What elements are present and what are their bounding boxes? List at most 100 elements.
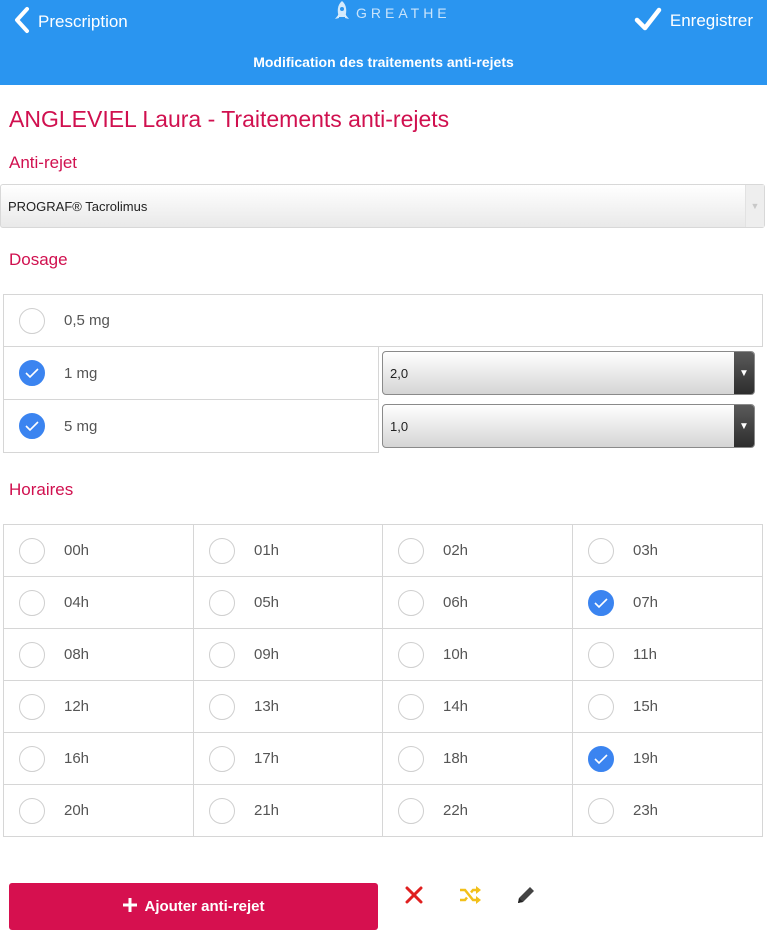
hour-label: 01h [254, 542, 280, 559]
hour-label: 11h [633, 646, 657, 663]
check-icon [19, 360, 45, 386]
hour-option[interactable]: 04h [3, 576, 194, 629]
hour-option[interactable]: 07h [572, 576, 763, 629]
hour-option[interactable]: 03h [572, 524, 763, 577]
page-title: ANGLEVIEL Laura - Traitements anti-rejet… [9, 106, 450, 132]
hour-label: 07h [633, 594, 659, 611]
radio-unchecked-icon [398, 745, 424, 772]
hour-label: 03h [633, 542, 659, 559]
add-antirejet-label: Ajouter anti-rejet [144, 898, 265, 915]
navigation-header: Prescription GREATHE Enregistrer Modific… [0, 0, 767, 85]
back-label: Prescription [38, 12, 128, 31]
hour-option[interactable]: 00h [3, 524, 194, 577]
radio-unchecked-icon [209, 745, 235, 772]
radio-unchecked-icon [588, 797, 614, 824]
pencil-icon[interactable] [511, 880, 541, 910]
dosage-5mg-quantity-select[interactable]: 1,0 ▼ [382, 404, 755, 448]
hour-label: 12h [64, 698, 90, 715]
hour-option[interactable]: 05h [193, 576, 383, 629]
radio-unchecked-icon [398, 641, 424, 668]
radio-unchecked-icon [209, 693, 235, 720]
radio-unchecked-icon [19, 745, 45, 772]
check-icon [19, 413, 45, 439]
hour-label: 15h [633, 698, 659, 715]
back-button[interactable]: Prescription [12, 6, 128, 36]
hour-label: 08h [64, 646, 90, 663]
radio-unchecked-icon [398, 693, 424, 720]
close-icon[interactable] [399, 880, 429, 910]
radio-unchecked-icon [209, 797, 235, 824]
hour-label: 06h [443, 594, 469, 611]
radio-unchecked-icon [19, 797, 45, 824]
radio-unchecked-icon [588, 693, 614, 720]
hour-label: 00h [64, 542, 90, 559]
antirejet-select-value: PROGRAF® Tacrolimus [8, 198, 148, 214]
hour-option[interactable]: 20h [3, 784, 194, 837]
radio-unchecked-icon [398, 537, 424, 564]
radio-unchecked-icon [19, 693, 45, 720]
hour-label: 17h [254, 750, 280, 767]
dosage-label: 0,5 mg [64, 312, 110, 329]
quantity-value: 1,0 [390, 418, 409, 434]
hour-label: 18h [443, 750, 469, 767]
radio-unchecked-icon [19, 589, 45, 616]
header-subtitle: Modification des traitements anti-rejets [253, 54, 514, 70]
antirejet-select[interactable]: PROGRAF® Tacrolimus ▼ [0, 184, 765, 228]
hour-option[interactable]: 02h [382, 524, 573, 577]
hour-option[interactable]: 13h [193, 680, 383, 733]
app-logo: GREATHE [332, 0, 451, 27]
hour-label: 23h [633, 802, 659, 819]
radio-unchecked-icon [209, 589, 235, 616]
hour-option[interactable]: 18h [382, 732, 573, 785]
quantity-value: 2,0 [390, 365, 409, 381]
dosage-option-0-5mg[interactable]: 0,5 mg [3, 294, 763, 347]
hour-option[interactable]: 01h [193, 524, 383, 577]
rocket-icon [332, 0, 352, 27]
radio-unchecked-icon [19, 537, 45, 564]
hour-option[interactable]: 17h [193, 732, 383, 785]
hour-option[interactable]: 12h [3, 680, 194, 733]
dropdown-arrow-icon: ▼ [745, 185, 764, 227]
hour-option[interactable]: 14h [382, 680, 573, 733]
horaires-section-title: Horaires [9, 480, 74, 499]
hour-label: 09h [254, 646, 280, 663]
hour-label: 04h [64, 594, 90, 611]
save-button[interactable]: Enregistrer [634, 6, 753, 36]
hour-label: 02h [443, 542, 469, 559]
dropdown-arrow-icon: ▼ [734, 405, 754, 447]
hour-option[interactable]: 10h [382, 628, 573, 681]
hour-label: 19h [633, 750, 659, 767]
hour-option[interactable]: 09h [193, 628, 383, 681]
dosage-option-1mg[interactable]: 1 mg [3, 346, 379, 400]
dosage-label: 5 mg [64, 417, 98, 435]
hour-label: 21h [254, 802, 280, 819]
plus-icon [122, 897, 138, 917]
hour-label: 22h [443, 802, 469, 819]
radio-unchecked-icon [398, 797, 424, 824]
dosage-label: 1 mg [64, 364, 98, 382]
hour-option[interactable]: 22h [382, 784, 573, 837]
hour-option[interactable]: 15h [572, 680, 763, 733]
check-icon [588, 745, 614, 772]
add-antirejet-button[interactable]: Ajouter anti-rejet [9, 883, 378, 930]
hour-option[interactable]: 16h [3, 732, 194, 785]
dosage-1mg-quantity-select[interactable]: 2,0 ▼ [382, 351, 755, 395]
radio-unchecked-icon [588, 641, 614, 668]
hour-option[interactable]: 11h [572, 628, 763, 681]
hour-option[interactable]: 19h [572, 732, 763, 785]
hour-option[interactable]: 21h [193, 784, 383, 837]
hour-label: 20h [64, 802, 90, 819]
radio-unchecked-icon [209, 537, 235, 564]
hour-option[interactable]: 06h [382, 576, 573, 629]
save-label: Enregistrer [669, 11, 753, 30]
logo-text: GREATHE [356, 5, 451, 21]
radio-unchecked-icon [209, 641, 235, 668]
shuffle-icon[interactable] [455, 880, 485, 910]
hour-option[interactable]: 23h [572, 784, 763, 837]
radio-unchecked-icon [19, 641, 45, 668]
dosage-option-5mg[interactable]: 5 mg [3, 399, 379, 453]
dosage-section-title: Dosage [9, 250, 68, 269]
radio-unchecked-icon [19, 307, 45, 334]
hour-label: 10h [443, 646, 469, 663]
hour-option[interactable]: 08h [3, 628, 194, 681]
